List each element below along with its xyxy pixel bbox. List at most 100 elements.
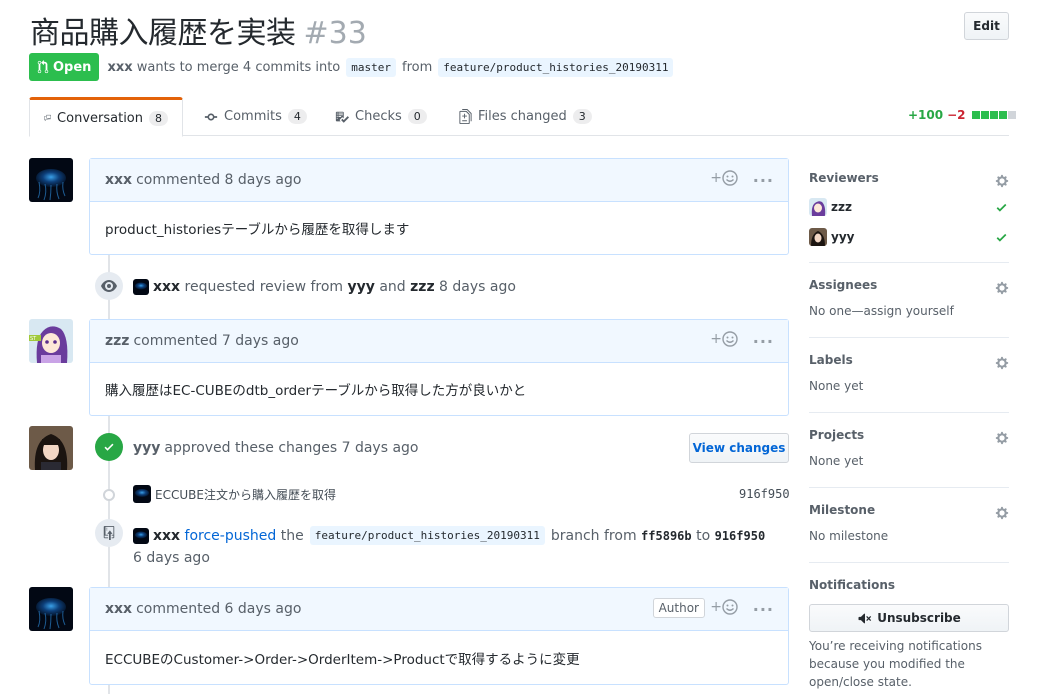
sidebar-notifications: Notifications [809, 578, 1009, 592]
repo-push-icon [95, 519, 123, 547]
comment-time[interactable]: commented 8 days ago [136, 172, 301, 188]
event-actor[interactable]: xxx [153, 279, 180, 295]
event-time[interactable]: 6 days ago [133, 550, 210, 566]
kebab-horizontal-icon[interactable]: ··· [753, 600, 774, 619]
eye-icon [95, 272, 123, 300]
tab-conversation[interactable]: Conversation 8 [29, 97, 183, 137]
check-icon [996, 203, 1007, 212]
avatar[interactable] [29, 158, 73, 202]
comment-time[interactable]: commented 7 days ago [133, 333, 298, 349]
avatar[interactable] [29, 426, 73, 470]
tab-counter: 3 [572, 109, 592, 124]
event-text: branch from [550, 527, 637, 544]
head-branch[interactable]: feature/product_histories_20190311 [309, 526, 545, 545]
force-pushed-link[interactable]: force-pushed [185, 528, 277, 544]
smiley-icon [722, 331, 738, 347]
sidebar-projects: Projects None yet [809, 428, 1009, 468]
reviewer-link[interactable]: zzz [410, 279, 434, 295]
comment-author[interactable]: xxx [105, 172, 132, 188]
comment-body: 購入履歴はEC-CUBEのdtb_orderテーブルから取得した方が良いかと [105, 383, 527, 399]
avatar[interactable] [133, 279, 149, 295]
commit-message[interactable]: ECCUBE注文から購入履歴を取得 [155, 486, 336, 503]
avatar[interactable] [133, 527, 149, 544]
git-commit-icon [103, 489, 115, 501]
divider [809, 562, 1009, 563]
gear-icon[interactable] [995, 506, 1009, 524]
comment-header: zzz commented 7 days ago + ··· [90, 320, 788, 363]
labels-value: None yet [809, 379, 864, 393]
tab-label: Files changed [478, 109, 567, 124]
diffstat: +100 −2 [908, 108, 1016, 122]
state-label: Open [53, 59, 92, 75]
gear-icon[interactable] [995, 174, 1009, 192]
base-branch[interactable]: master [346, 57, 397, 77]
comment-author[interactable]: xxx [105, 601, 132, 617]
event-time[interactable]: 8 days ago [439, 279, 516, 295]
force-push-event: xxx force-pushed the feature/product_his… [133, 526, 765, 545]
head-branch[interactable]: feature/product_histories_20190311 [438, 57, 674, 77]
from-sha[interactable]: ff5896b [641, 529, 692, 543]
tab-label: Checks [355, 109, 402, 124]
gear-icon[interactable] [995, 356, 1009, 374]
gear-icon[interactable] [995, 431, 1009, 449]
sidebar-heading[interactable]: Projects [809, 428, 1009, 442]
commit-sha[interactable]: 916f950 [739, 487, 790, 501]
add-reaction-button[interactable]: + [710, 170, 738, 186]
from-label: from [402, 59, 433, 75]
commit-row: ECCUBE注文から購入履歴を取得 [133, 485, 336, 503]
add-reaction-button[interactable]: + [710, 331, 738, 347]
add-reaction-button[interactable]: + [710, 599, 738, 615]
reviewer-yyy[interactable]: yyy [809, 228, 854, 246]
tab-label: Commits [224, 109, 282, 124]
comment-author[interactable]: zzz [105, 333, 129, 349]
tab-checks[interactable]: Checks 0 [321, 97, 441, 136]
avatar[interactable]: ST [29, 319, 73, 363]
reviewer-name: zzz [831, 200, 852, 214]
kebab-horizontal-icon[interactable]: ··· [753, 332, 774, 351]
tab-label: Conversation [57, 110, 143, 126]
sidebar-heading[interactable]: Labels [809, 353, 1009, 367]
comment-header: xxx commented 8 days ago + ··· [90, 159, 788, 202]
assign-yourself-link[interactable]: No one—assign yourself [809, 304, 1009, 318]
event-and: and [379, 279, 406, 295]
view-changes-button[interactable]: View changes [689, 433, 789, 463]
checklist-icon [335, 111, 349, 123]
file-diff-icon [459, 109, 472, 124]
tab-files-changed[interactable]: Files changed 3 [445, 97, 606, 136]
to-sha[interactable]: 916f950 [715, 529, 766, 543]
tab-counter: 4 [287, 109, 307, 124]
avatar [809, 228, 827, 246]
check-icon [996, 233, 1007, 242]
author-link[interactable]: xxx [107, 60, 132, 75]
comment-1: xxx commented 8 days ago + ··· product_h… [89, 158, 789, 255]
sidebar-assignees: Assignees No one—assign yourself [809, 278, 1009, 318]
event-actor[interactable]: xxx [153, 528, 180, 544]
notifications-reason: You’re receiving notifications because y… [809, 639, 982, 689]
divider [809, 262, 1009, 263]
avatar[interactable] [29, 587, 73, 631]
gear-icon[interactable] [995, 281, 1009, 299]
sidebar-heading[interactable]: Reviewers [809, 171, 1009, 185]
reviewer-link[interactable]: yyy [348, 279, 375, 295]
additions: +100 [908, 108, 944, 122]
sidebar-heading: Notifications [809, 578, 896, 592]
mute-icon [858, 613, 872, 623]
kebab-horizontal-icon[interactable]: ··· [753, 171, 774, 190]
comment-header: xxx commented 6 days ago Author + ··· [90, 588, 788, 631]
pr-title: 商品購入履歴を実装 [30, 16, 296, 51]
event-actor[interactable]: yyy [133, 440, 160, 456]
divider [809, 337, 1009, 338]
edit-button[interactable]: Edit [964, 12, 1009, 40]
tab-counter: 0 [407, 109, 427, 124]
tab-counter: 8 [149, 110, 168, 126]
reviewer-zzz[interactable]: zzz [809, 198, 852, 216]
unsubscribe-button[interactable]: Unsubscribe [809, 604, 1009, 632]
sidebar-heading[interactable]: Milestone [809, 503, 1009, 517]
smiley-icon [722, 170, 738, 186]
approved-event: yyy approved these changes 7 days ago [133, 440, 418, 456]
sidebar-heading[interactable]: Assignees [809, 278, 1009, 292]
avatar[interactable] [133, 485, 151, 503]
tab-commits[interactable]: Commits 4 [190, 97, 321, 136]
comment-time[interactable]: commented 6 days ago [136, 601, 301, 617]
check-icon [95, 433, 123, 461]
